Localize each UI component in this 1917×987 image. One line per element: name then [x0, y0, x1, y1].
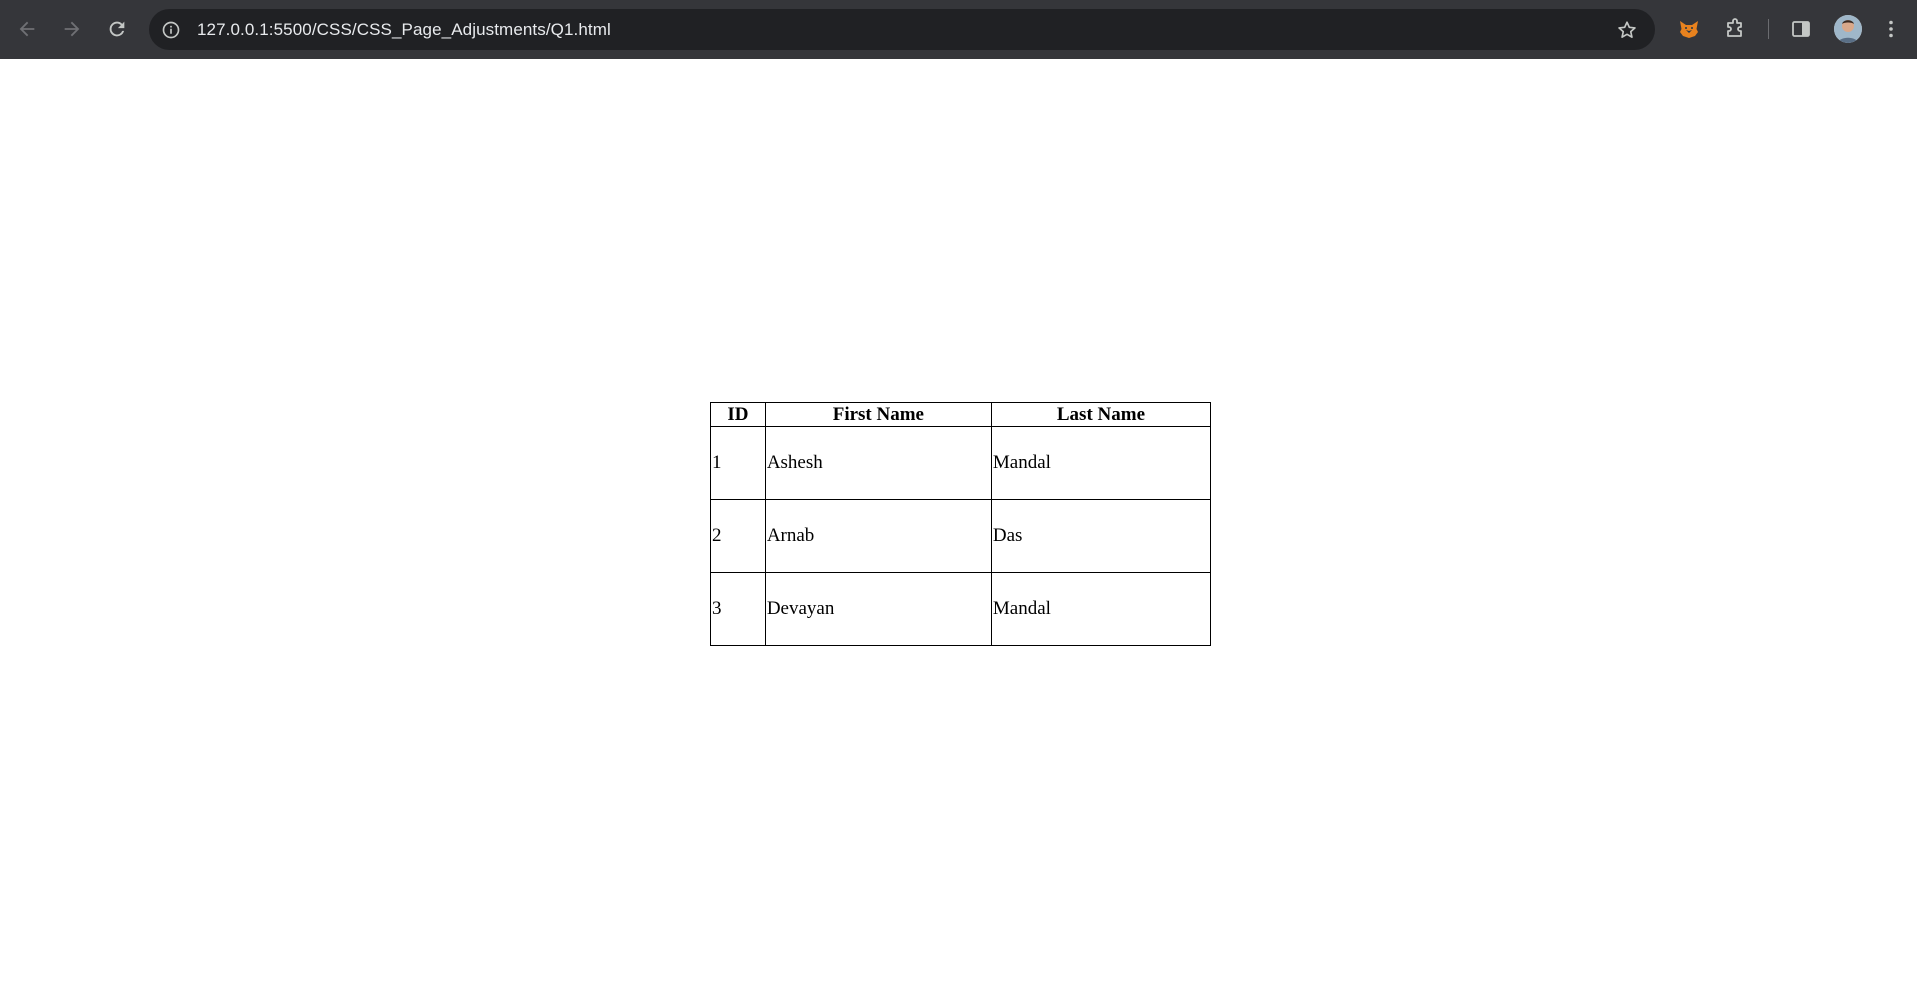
bookmark-button[interactable]	[1611, 14, 1643, 46]
fox-icon	[1680, 21, 1698, 38]
side-panel-button[interactable]	[1784, 12, 1818, 46]
forward-button[interactable]	[55, 12, 89, 46]
table-header-row: ID First Name Last Name	[710, 402, 1212, 427]
star-icon	[1618, 21, 1636, 38]
browser-menu-button[interactable]	[1876, 12, 1906, 46]
header-first-name: First Name	[764, 402, 992, 427]
table-row: 3 Devayan Mandal	[710, 572, 1212, 646]
cell-id: 1	[710, 426, 766, 500]
table-row: 1 Ashesh Mandal	[710, 426, 1212, 500]
cell-last-name: Mandal	[990, 572, 1212, 646]
table-row: 2 Arnab Das	[710, 499, 1212, 573]
avatar-icon	[1834, 15, 1862, 43]
cell-first-name: Arnab	[764, 499, 992, 573]
cell-first-name: Devayan	[764, 572, 992, 646]
site-info-button[interactable]	[155, 14, 187, 46]
puzzle-icon	[1727, 18, 1742, 37]
extensions-button[interactable]	[1718, 12, 1752, 46]
arrow-right-icon	[64, 21, 80, 37]
url-text[interactable]: 127.0.0.1:5500/CSS/CSS_Page_Adjustments/…	[197, 20, 611, 40]
back-button[interactable]	[10, 12, 44, 46]
cell-first-name: Ashesh	[764, 426, 992, 500]
arrow-left-icon	[19, 21, 35, 37]
kebab-icon	[1889, 20, 1893, 38]
header-id: ID	[710, 402, 766, 427]
cell-last-name: Das	[990, 499, 1212, 573]
header-last-name: Last Name	[990, 402, 1212, 427]
address-bar[interactable]: 127.0.0.1:5500/CSS/CSS_Page_Adjustments/…	[149, 9, 1655, 50]
cell-id: 2	[710, 499, 766, 573]
cell-id: 3	[710, 572, 766, 646]
extension-fox-button[interactable]	[1672, 12, 1706, 46]
cell-last-name: Mandal	[990, 426, 1212, 500]
profile-avatar[interactable]	[1834, 15, 1862, 43]
reload-icon	[109, 21, 125, 37]
info-icon	[162, 21, 180, 38]
side-panel-icon	[1792, 21, 1810, 37]
toolbar-divider	[1768, 19, 1769, 39]
reload-button[interactable]	[100, 12, 134, 46]
browser-toolbar: 127.0.0.1:5500/CSS/CSS_Page_Adjustments/…	[0, 0, 1917, 59]
data-table: ID First Name Last Name 1 Ashesh Mandal …	[710, 402, 1212, 646]
page-viewport: ID First Name Last Name 1 Ashesh Mandal …	[0, 59, 1917, 987]
